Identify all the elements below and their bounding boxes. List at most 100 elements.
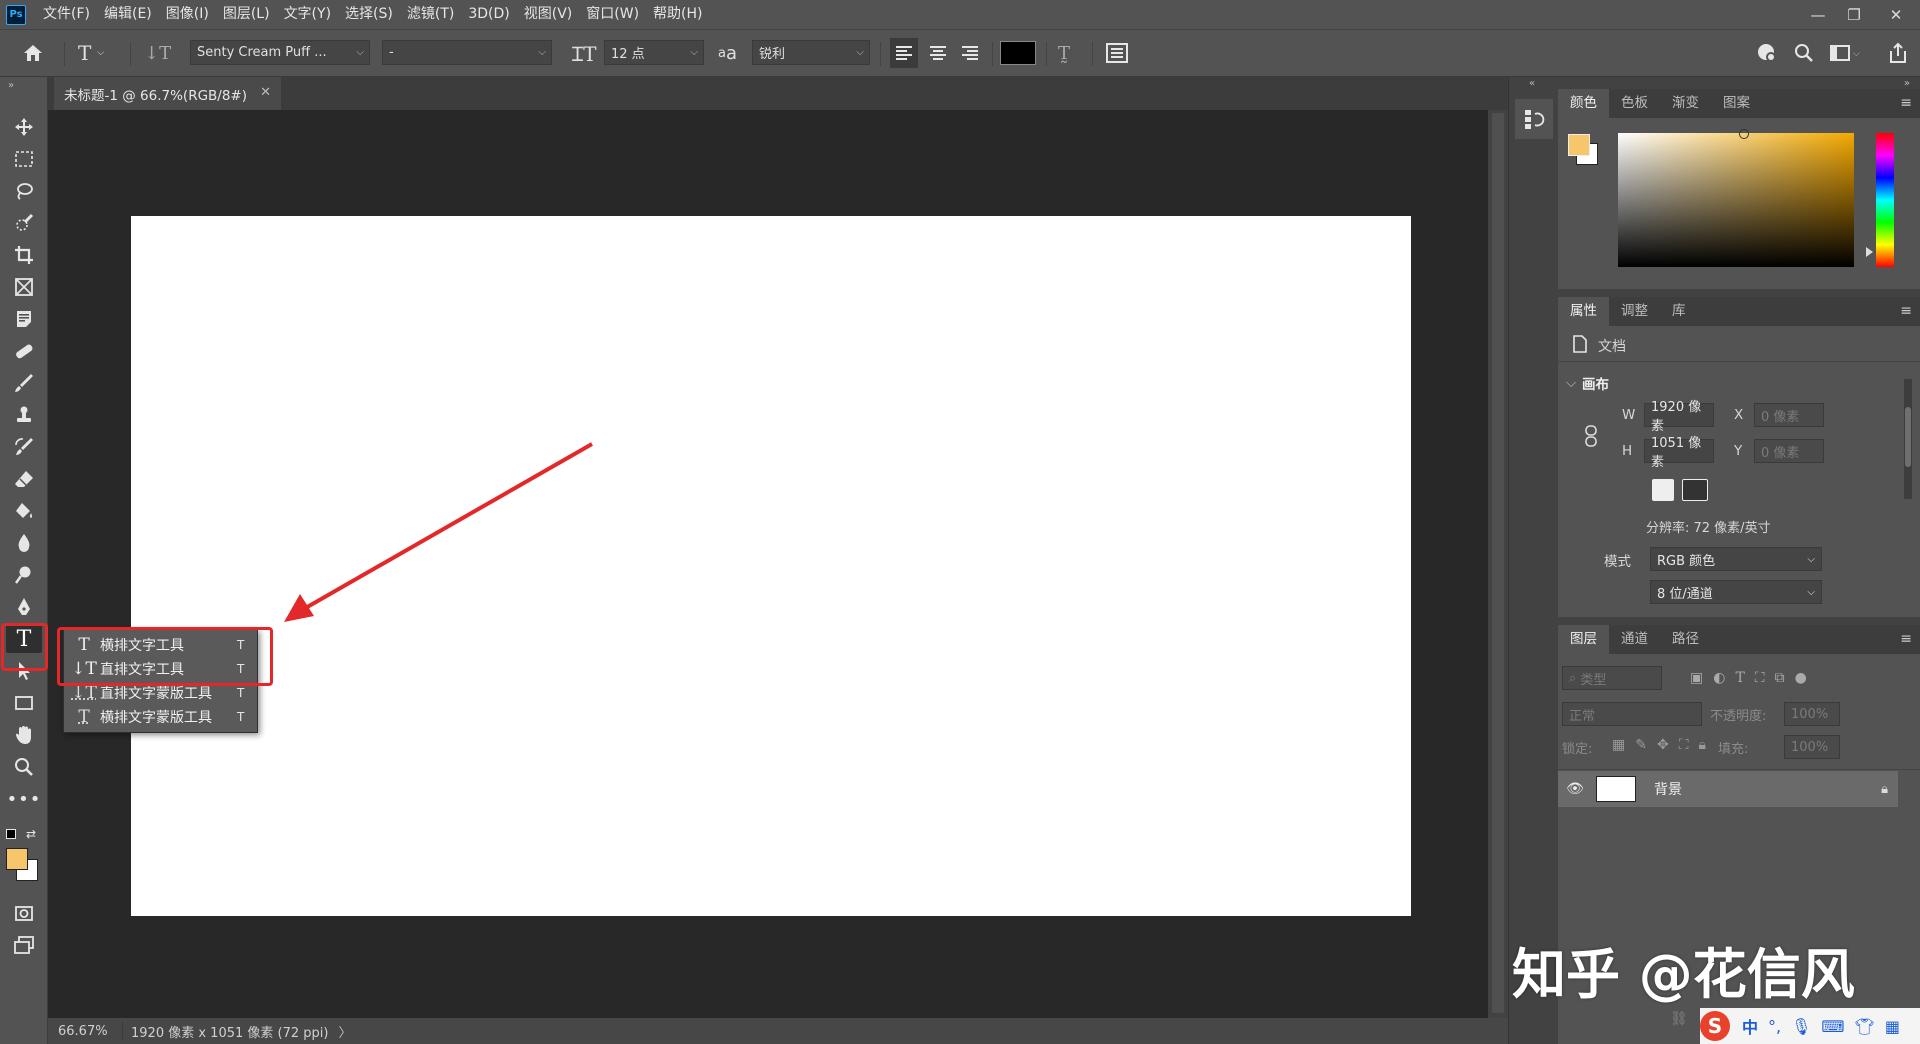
menu-file[interactable]: 文件(F) [36, 0, 97, 29]
antialias-select[interactable]: 锐利 ⌵ [752, 40, 870, 65]
marquee-tool-icon[interactable] [6, 145, 42, 173]
dodge-tool-icon[interactable] [6, 561, 42, 589]
share-icon[interactable] [1888, 40, 1908, 66]
link-layers-icon[interactable]: ⛓ [1670, 1011, 1688, 1027]
restore-button[interactable]: ❐ [1836, 0, 1872, 29]
collapse-icon[interactable]: » [1904, 78, 1910, 89]
quick-mask-icon[interactable] [6, 899, 42, 927]
layer-name[interactable]: 背景 [1654, 779, 1881, 799]
foreground-color-swatch[interactable] [6, 848, 28, 870]
tab-channels[interactable]: 通道 [1609, 625, 1660, 654]
link-icon[interactable] [1584, 425, 1598, 447]
status-menu-chevron-icon[interactable]: 〉 [338, 1022, 351, 1041]
panel-menu-icon[interactable]: ≡ [1900, 95, 1912, 111]
align-left-icon[interactable] [890, 38, 918, 68]
rectangle-tool-icon[interactable] [6, 689, 42, 717]
ime-punctuation[interactable]: °, [1768, 1017, 1781, 1036]
shape-filter-icon[interactable]: ⛶ [1755, 670, 1765, 686]
tab-swatches[interactable]: 色板 [1609, 89, 1660, 118]
tab-color[interactable]: 颜色 [1558, 89, 1609, 118]
bit-depth-select[interactable]: 8 位/通道 ⌵ [1650, 580, 1822, 604]
tab-layers[interactable]: 图层 [1558, 625, 1609, 654]
align-center-icon[interactable] [924, 40, 952, 66]
hand-tool-icon[interactable] [6, 721, 42, 749]
color-picker-handle[interactable] [1739, 129, 1749, 139]
scrollbar-thumb[interactable] [1492, 113, 1504, 1013]
history-panel-icon[interactable] [1515, 99, 1553, 139]
properties-scrollbar-thumb[interactable] [1905, 407, 1911, 467]
tab-libraries[interactable]: 库 [1660, 297, 1698, 326]
chevron-down-icon[interactable]: ⌵ [1566, 375, 1576, 391]
panel-menu-icon[interactable]: ≡ [1900, 631, 1912, 647]
brush-tool-icon[interactable] [6, 369, 42, 397]
character-panel-icon[interactable] [1106, 40, 1128, 66]
tab-patterns[interactable]: 图案 [1711, 89, 1762, 118]
note-tool-icon[interactable] [6, 305, 42, 333]
align-right-icon[interactable] [956, 40, 984, 66]
toggle-orientation-icon[interactable]: ↓T [144, 40, 171, 66]
foreground-color-swatch[interactable] [1568, 134, 1590, 156]
skin-icon[interactable]: 👕︎ [1855, 1017, 1875, 1036]
eraser-tool-icon[interactable] [6, 465, 42, 493]
collapse-icon[interactable]: « [1529, 78, 1535, 89]
blur-tool-icon[interactable] [6, 529, 42, 557]
height-field[interactable]: 1051 像素 [1644, 436, 1714, 470]
more-tools-icon[interactable]: ••• [6, 785, 42, 813]
flyout-item-horizontal-type-mask[interactable]: T 横排文字蒙版工具 T [64, 705, 259, 729]
hue-slider-handle[interactable] [1866, 247, 1873, 257]
menu-view[interactable]: 视图(V) [517, 0, 580, 29]
frame-tool-icon[interactable] [6, 273, 42, 301]
tab-adjustments[interactable]: 调整 [1609, 297, 1660, 326]
search-icon[interactable] [1794, 40, 1814, 66]
default-colors-icon[interactable] [6, 829, 16, 839]
visibility-eye-icon[interactable]: 👁︎ [1558, 781, 1592, 797]
paint-bucket-tool-icon[interactable] [6, 497, 42, 525]
type-tool-preset-icon[interactable]: T ⌵ [78, 40, 104, 66]
warp-text-icon[interactable]: T̰ [1058, 40, 1070, 66]
tab-properties[interactable]: 属性 [1558, 297, 1609, 326]
lock-icon[interactable]: 🔒︎ [1881, 782, 1888, 797]
zoom-level[interactable]: 66.67% [58, 1024, 110, 1039]
text-color-swatch[interactable] [1000, 41, 1036, 65]
tab-paths[interactable]: 路径 [1660, 625, 1711, 654]
learn-icon[interactable] [1756, 40, 1778, 66]
filter-toggle-icon[interactable]: ● [1795, 670, 1807, 686]
lock-pixels-icon[interactable]: ✎ [1635, 737, 1647, 753]
swap-colors-icon[interactable]: ⇄ [26, 827, 36, 841]
color-field[interactable] [1618, 133, 1854, 267]
x-field[interactable]: 0 像素 [1754, 403, 1824, 427]
sogou-logo[interactable]: S [1700, 1011, 1730, 1041]
menu-image[interactable]: 图像(I) [159, 0, 216, 29]
portrait-orientation-icon[interactable] [1652, 479, 1674, 501]
keyboard-icon[interactable]: ⌨ [1821, 1017, 1844, 1036]
layer-filter-select[interactable]: ⌕ 类型 [1562, 666, 1662, 690]
screen-mode-icon[interactable] [6, 931, 42, 959]
lock-all-icon[interactable]: 🔒︎ [1699, 737, 1706, 753]
hue-slider[interactable] [1876, 133, 1894, 267]
clone-stamp-tool-icon[interactable] [6, 401, 42, 429]
mode-select[interactable]: RGB 颜色 ⌵ [1650, 547, 1822, 571]
menu-layer[interactable]: 图层(L) [216, 0, 277, 29]
panel-menu-icon[interactable]: ≡ [1900, 303, 1912, 319]
font-style-select[interactable]: - ⌵ [382, 40, 552, 65]
menu-filter[interactable]: 滤镜(T) [400, 0, 461, 29]
fill-field[interactable]: 100% [1784, 735, 1840, 759]
close-icon[interactable]: ✕ [260, 85, 271, 100]
pen-tool-icon[interactable] [6, 593, 42, 621]
ime-language[interactable]: 中 [1742, 1014, 1758, 1038]
menu-edit[interactable]: 编辑(E) [97, 0, 159, 29]
menu-select[interactable]: 选择(S) [338, 0, 400, 29]
lasso-tool-icon[interactable] [6, 177, 42, 205]
toolbox-icon[interactable]: ▦ [1885, 1017, 1900, 1036]
menu-3d[interactable]: 3D(D) [461, 0, 516, 29]
font-size-select[interactable]: 12 点 ⌵ [604, 40, 704, 65]
home-icon[interactable] [22, 40, 44, 66]
lock-transparency-icon[interactable]: ▦ [1612, 737, 1625, 753]
quick-selection-tool-icon[interactable] [6, 209, 42, 237]
menu-type[interactable]: 文字(Y) [277, 0, 338, 29]
menu-window[interactable]: 窗口(W) [579, 0, 646, 29]
crop-tool-icon[interactable] [6, 241, 42, 269]
opacity-field[interactable]: 100% [1784, 702, 1840, 726]
landscape-orientation-icon[interactable] [1682, 479, 1708, 501]
microphone-icon[interactable]: 🎙︎ [1791, 1017, 1811, 1036]
